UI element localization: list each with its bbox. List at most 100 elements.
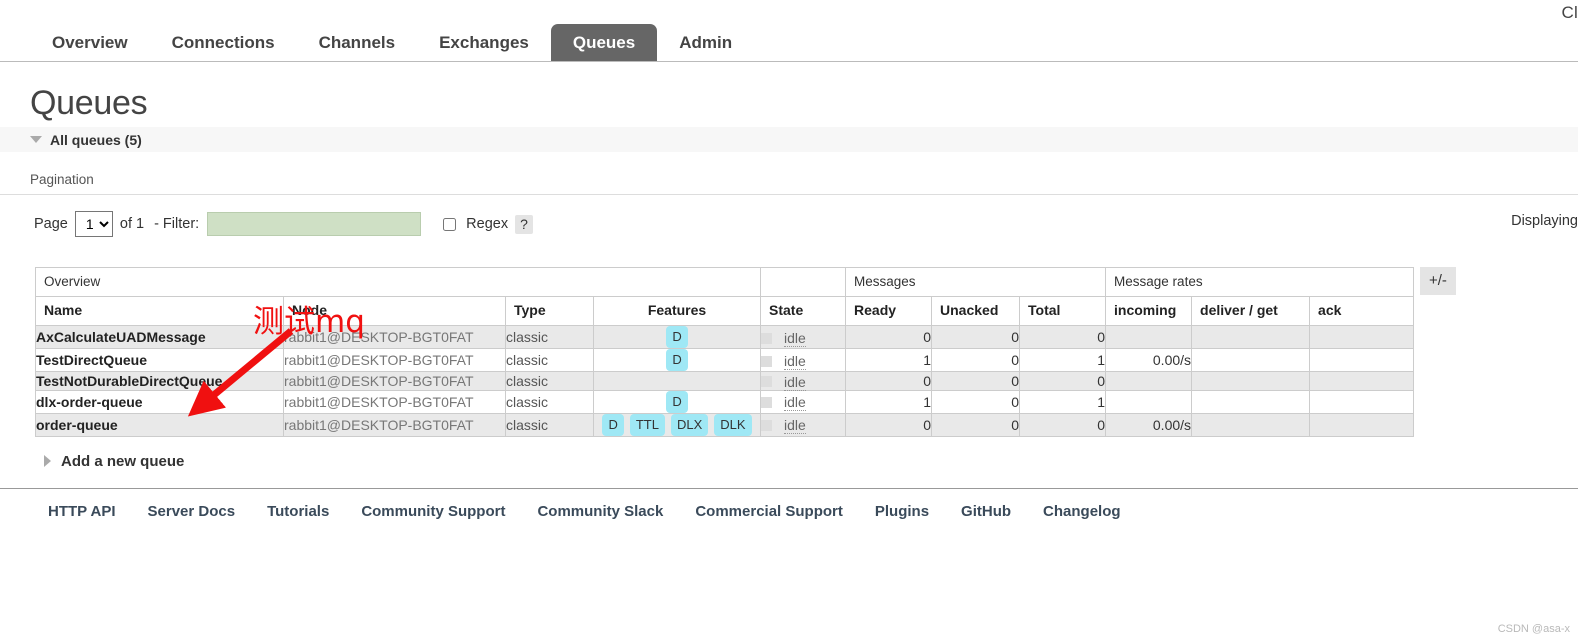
queue-state-cell: idle: [760, 389, 847, 414]
queue-incoming-cell: [1105, 325, 1193, 350]
pagination-title: Pagination: [30, 172, 94, 188]
column-header-state[interactable]: State: [760, 296, 847, 327]
page-select[interactable]: 1: [74, 211, 113, 238]
page-label: Page: [34, 216, 68, 233]
group-header-cell: Messages: [845, 267, 1107, 298]
queue-name-cell[interactable]: AxCalculateUADMessage: [35, 325, 284, 350]
queue-ready-cell: 1: [845, 389, 933, 414]
table-row[interactable]: TestDirectQueue rabbit1@DESKTOP-BGT0FAT cl…: [35, 348, 1415, 373]
footer-link-tutorials[interactable]: Tutorials: [267, 503, 329, 520]
feature-badge: D: [666, 326, 688, 349]
group-header-cell: Overview: [34, 267, 762, 298]
queue-incoming-cell: 0.00/s: [1105, 412, 1193, 437]
watermark: CSDN @asa-x: [1497, 623, 1570, 635]
tab-connections[interactable]: Connections: [150, 24, 297, 62]
queue-total-cell: 0: [1019, 325, 1107, 350]
tab-overview[interactable]: Overview: [30, 24, 150, 62]
queue-node-cell: rabbit1@DESKTOP-BGT0FAT: [283, 371, 506, 391]
queue-name-cell[interactable]: order-queue: [35, 412, 284, 437]
state-indicator-icon: [761, 355, 773, 367]
state-label: idle: [784, 330, 806, 348]
column-header-incoming[interactable]: incoming: [1105, 296, 1193, 327]
queue-features-cell: D: [592, 325, 762, 350]
footer-link-commercial-support[interactable]: Commercial Support: [695, 503, 843, 520]
footer-link-plugins[interactable]: Plugins: [875, 503, 929, 520]
filter-input[interactable]: [207, 212, 422, 237]
queue-ready-cell: 0: [845, 412, 933, 437]
queue-node-cell: rabbit1@DESKTOP-BGT0FAT: [283, 412, 506, 437]
queues-table-body: AxCalculateUADMessage rabbit1@DESKTOP-BGT…: [35, 325, 1415, 437]
footer-divider: [0, 487, 1578, 489]
queues-table-head: Overview Messages Message rates Name Node Ty…: [34, 267, 1415, 327]
top-navigation: Cl Overview Connections Channels Exchanges Q…: [0, 0, 1578, 62]
tab-channels[interactable]: Channels: [297, 24, 418, 62]
queue-type-cell: classic: [505, 325, 594, 350]
queue-features-cell: [592, 371, 762, 391]
table-row[interactable]: dlx-order-queue rabbit1@DESKTOP-BGT0FAT cl…: [35, 389, 1415, 414]
state-indicator-icon: [761, 419, 773, 431]
regex-checkbox[interactable]: [443, 217, 457, 231]
queue-incoming-cell: [1105, 389, 1193, 414]
queue-features-cell: D: [592, 389, 762, 414]
queue-name-cell[interactable]: dlx-order-queue: [35, 389, 284, 414]
state-indicator-icon: [761, 396, 773, 408]
queue-incoming-cell: 0.00/s: [1105, 348, 1193, 373]
queue-unacked-cell: 0: [931, 389, 1021, 414]
queue-total-cell: 1: [1019, 348, 1107, 373]
queue-name-cell[interactable]: TestDirectQueue: [35, 348, 284, 373]
footer-link-community-slack[interactable]: Community Slack: [537, 503, 663, 520]
annotation-text: 测试mq: [253, 304, 365, 340]
column-header-ack[interactable]: ack: [1309, 296, 1415, 327]
queue-unacked-cell: 0: [931, 371, 1021, 391]
footer-links: HTTP API Server Docs Tutorials Community Su…: [48, 503, 1578, 520]
queue-state-cell: idle: [760, 348, 847, 373]
feature-badge: D: [666, 390, 688, 413]
queue-features-cell: D: [592, 348, 762, 373]
queue-type-cell: classic: [505, 389, 594, 414]
queue-ack-cell: [1309, 371, 1415, 391]
tab-exchanges[interactable]: Exchanges: [417, 24, 551, 62]
feature-badge: TTL: [629, 413, 665, 436]
state-label: idle: [784, 353, 806, 371]
group-header-cell: Message rates: [1105, 267, 1415, 298]
table-row[interactable]: order-queue rabbit1@DESKTOP-BGT0FAT classi…: [35, 412, 1415, 437]
tab-admin[interactable]: Admin: [657, 24, 754, 62]
column-header-features[interactable]: Features: [592, 296, 762, 327]
tab-queues[interactable]: Queues: [550, 24, 658, 62]
footer-link-community-support[interactable]: Community Support: [361, 503, 505, 520]
footer-link-http-api[interactable]: HTTP API: [48, 503, 116, 520]
queues-table: Overview Messages Message rates Name Node Ty…: [34, 267, 1415, 437]
column-header-name[interactable]: Name: [35, 296, 284, 327]
queues-table-container: Overview Messages Message rates Name Node Ty…: [34, 267, 1578, 437]
queue-total-cell: 1: [1019, 389, 1107, 414]
column-header-deliver-get[interactable]: deliver / get: [1191, 296, 1311, 327]
queue-unacked-cell: 0: [931, 348, 1021, 373]
footer-link-server-docs[interactable]: Server Docs: [148, 503, 236, 520]
queue-incoming-cell: [1105, 371, 1193, 391]
column-header-ready[interactable]: Ready: [845, 296, 933, 327]
state-indicator-icon: [761, 376, 773, 388]
chevron-right-icon[interactable]: [44, 455, 51, 468]
displaying-label: Displaying: [1511, 213, 1578, 230]
feature-badge: D: [602, 413, 624, 436]
footer-link-github[interactable]: GitHub: [961, 503, 1011, 520]
queue-type-cell: classic: [505, 348, 594, 373]
table-row[interactable]: TestNotDurableDirectQueue rabbit1@DESKTOP…: [35, 371, 1415, 391]
add-new-queue-section[interactable]: Add a new queue: [44, 453, 1578, 470]
column-toggle-button[interactable]: +/-: [1420, 267, 1456, 296]
all-queues-section-header[interactable]: All queues (5): [0, 127, 1578, 153]
filter-help-icon[interactable]: ?: [515, 214, 533, 234]
queue-ack-cell: [1309, 325, 1415, 350]
column-header-unacked[interactable]: Unacked: [931, 296, 1021, 327]
queue-deliver-get-cell: [1191, 325, 1311, 350]
table-row[interactable]: AxCalculateUADMessage rabbit1@DESKTOP-BGT…: [35, 325, 1415, 350]
column-header-total[interactable]: Total: [1019, 296, 1107, 327]
footer-link-changelog[interactable]: Changelog: [1043, 503, 1121, 520]
column-header-type[interactable]: Type: [505, 296, 594, 327]
chevron-down-icon[interactable]: [30, 136, 42, 144]
queue-total-cell: 0: [1019, 412, 1107, 437]
group-header-row: Overview Messages Message rates: [34, 267, 1415, 298]
queue-name-cell[interactable]: TestNotDurableDirectQueue: [35, 371, 284, 391]
feature-badge: D: [666, 349, 688, 372]
queue-features-cell: D TTL DLX DLK: [592, 412, 762, 437]
